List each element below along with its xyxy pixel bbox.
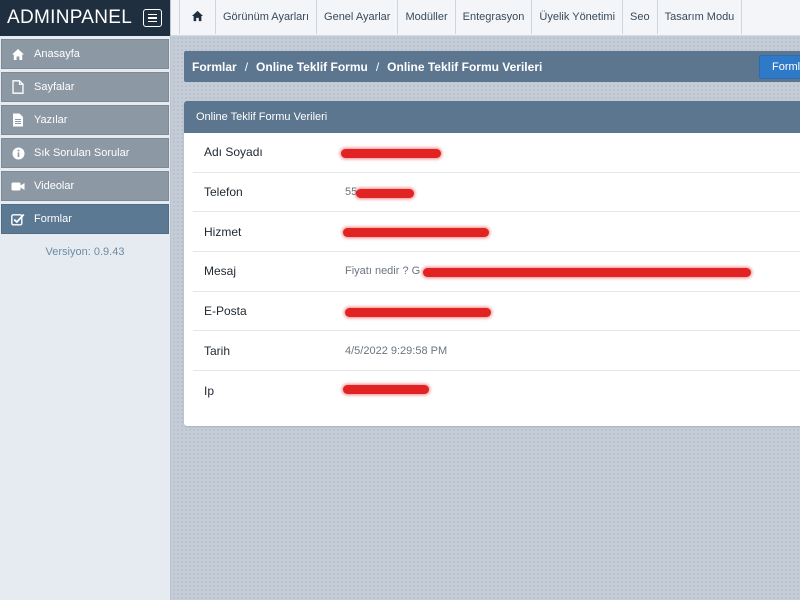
redaction-mark [341,149,441,158]
field-value: 4/5/2022 9:29:58 PM [345,344,448,357]
breadcrumb: Formlar / Online Teklif Formu / Online T… [184,51,800,82]
top-navbar: Görünüm Ayarları Genel Ayarlar Modüller … [171,0,800,36]
version-label: Versiyon: 0.9.43 [45,246,125,258]
brand-title[interactable]: ADMINPANEL [7,7,132,29]
table-row: Hizmet [193,212,800,253]
top-nav-tasarim-modu[interactable]: Tasarım Modu [658,0,743,34]
field-label: Tarih [204,343,231,358]
top-nav-menu: Görünüm Ayarları Genel Ayarlar Modüller … [179,0,743,34]
info-icon [11,146,25,160]
sidebar-item-label: Sayfalar [34,81,75,93]
brand-bar: ADMINPANEL [0,0,170,36]
field-label: Adı Soyadı [204,145,263,160]
breadcrumb-separator: / [244,59,249,74]
field-value: Fiyatı nedir ? G [345,265,421,278]
sidebar-item-yazilar[interactable]: Yazılar [1,105,169,135]
sidebar-item-videolar[interactable]: Videolar [1,171,169,201]
breadcrumb-item-online-teklif-formu[interactable]: Online Teklif Formu [256,60,368,74]
sidebar-item-label: Videolar [34,180,75,192]
field-label: Mesaj [204,264,237,279]
file-icon [11,80,25,94]
top-nav-home[interactable] [179,0,216,34]
sidebar: ADMINPANEL Anasayfa Sayfalar Yazılar Sık… [0,0,171,600]
sidebar-nav: Anasayfa Sayfalar Yazılar Sık Sorulan So… [0,36,170,234]
top-nav-seo[interactable]: Seo [623,0,658,34]
sidebar-item-sss[interactable]: Sık Sorulan Sorular [1,138,169,168]
field-label: E-Posta [204,304,247,319]
checkbox-icon [11,212,25,226]
table-row: Telefon 55 [193,173,800,213]
top-nav-uyelik-yonetimi[interactable]: Üyelik Yönetimi [532,0,624,34]
top-nav-entegrasyon[interactable]: Entegrasyon [456,0,533,34]
forms-button[interactable]: Formla [759,55,800,79]
video-camera-icon [11,179,25,193]
sidebar-item-label: Formlar [34,213,72,225]
sidebar-item-anasayfa[interactable]: Anasayfa [1,39,169,69]
redaction-mark [343,385,429,395]
top-nav-gorunum-ayarlari[interactable]: Görünüm Ayarları [216,0,318,34]
sidebar-item-label: Yazılar [34,114,68,126]
sidebar-item-sayfalar[interactable]: Sayfalar [1,72,169,102]
sidebar-item-label: Anasayfa [34,48,80,60]
menu-toggle-button[interactable] [143,9,162,27]
top-nav-genel-ayarlar[interactable]: Genel Ayarlar [317,0,399,34]
home-icon [191,10,204,25]
document-icon [11,113,25,127]
panel-title: Online Teklif Formu Verileri [184,101,800,133]
sidebar-item-label: Sık Sorulan Sorular [34,147,130,159]
breadcrumb-item-formlar[interactable]: Formlar [192,60,237,74]
table-row: Ip [193,371,800,411]
table-row: Mesaj Fiyatı nedir ? G [193,252,800,292]
table-row: Adı Soyadı [193,133,800,173]
table-row: E-Posta [193,292,800,332]
field-label: Hizmet [204,224,242,239]
breadcrumb-separator: / [375,59,380,74]
breadcrumb-item-current: Online Teklif Formu Verileri [387,59,543,74]
home-icon [11,47,25,61]
field-label: Telefon [204,185,243,200]
redaction-mark [345,307,491,317]
field-label: Ip [204,383,215,398]
table-row: Tarih 4/5/2022 9:29:58 PM [193,331,800,372]
redaction-mark [423,268,751,278]
top-nav-moduller[interactable]: Modüller [398,0,456,34]
form-data-panel: Online Teklif Formu Verileri Adı Soyadı … [184,101,800,426]
redaction-mark [356,188,414,198]
form-data-table: Adı Soyadı Telefon 55 Hizmet Mesaj Fiyat… [184,133,800,411]
sidebar-item-formlar[interactable]: Formlar [1,204,169,234]
redaction-mark [343,228,489,238]
